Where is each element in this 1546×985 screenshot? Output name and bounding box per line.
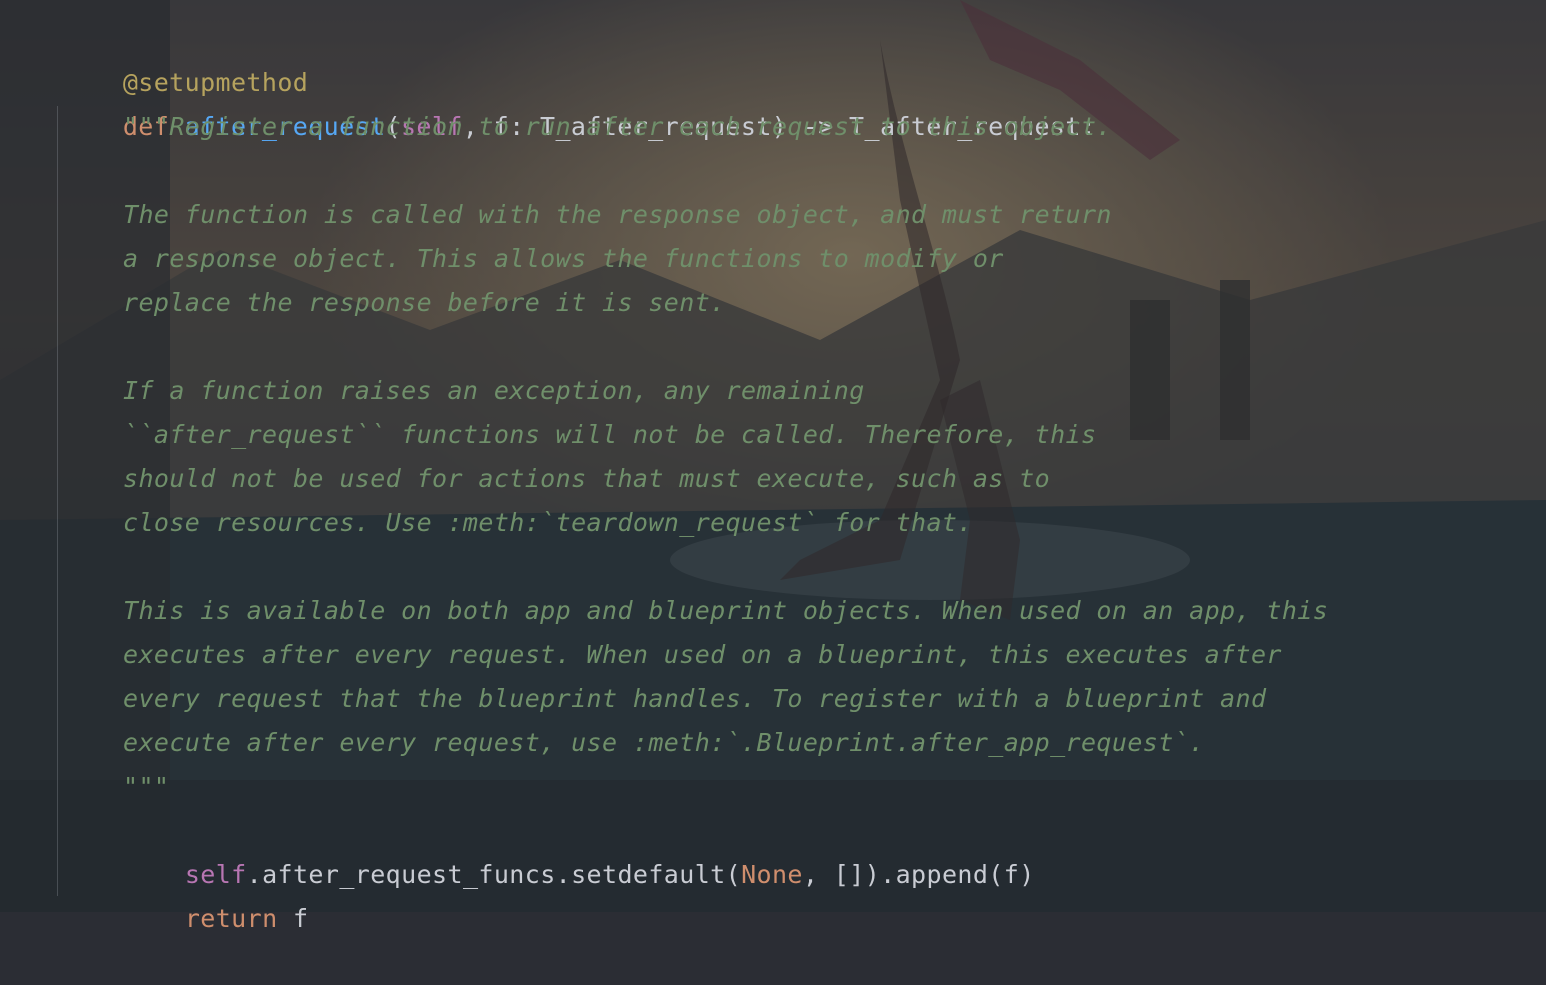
code-line-decorator: @setupmethod — [61, 17, 308, 97]
docstring-line: should not be used for actions that must… — [123, 464, 1051, 493]
docstring-line: The function is called with the response… — [123, 200, 1112, 229]
docstring-line: This is available on both app and bluepr… — [123, 596, 1329, 625]
docstring-line: every request that the blueprint handles… — [123, 684, 1267, 713]
docstring-line — [61, 149, 123, 193]
docstring-line: a response object. This allows the funct… — [123, 244, 1004, 273]
docstring-line: close resources. Use :meth:`teardown_req… — [123, 508, 973, 537]
docstring-line: """ — [123, 772, 170, 801]
none-token: None — [741, 860, 803, 889]
docstring-line: If a function raises an exception, any r… — [123, 376, 865, 405]
code-line-return: return f — [184, 904, 309, 933]
docstring-line: """Register a function to run after each… — [123, 112, 1112, 141]
docstring-line — [61, 325, 123, 369]
docstring-line: executes after every request. When used … — [123, 640, 1282, 669]
code-line-def: def after_request(self, f: T_after_reque… — [122, 112, 1097, 141]
docstring-line: execute after every request, use :meth:`… — [123, 728, 1205, 757]
code-editor[interactable]: @setupmethod def after_request(self, f: … — [0, 0, 1546, 933]
docstring-line — [61, 545, 123, 589]
docstring-line: ``after_request`` functions will not be … — [123, 420, 1097, 449]
indent-guide — [57, 106, 58, 896]
docstring-line: replace the response before it is sent. — [123, 288, 726, 317]
return-keyword: return — [184, 904, 278, 933]
code-line-setdefault: self.after_request_funcs.setdefault(None… — [184, 860, 1035, 889]
